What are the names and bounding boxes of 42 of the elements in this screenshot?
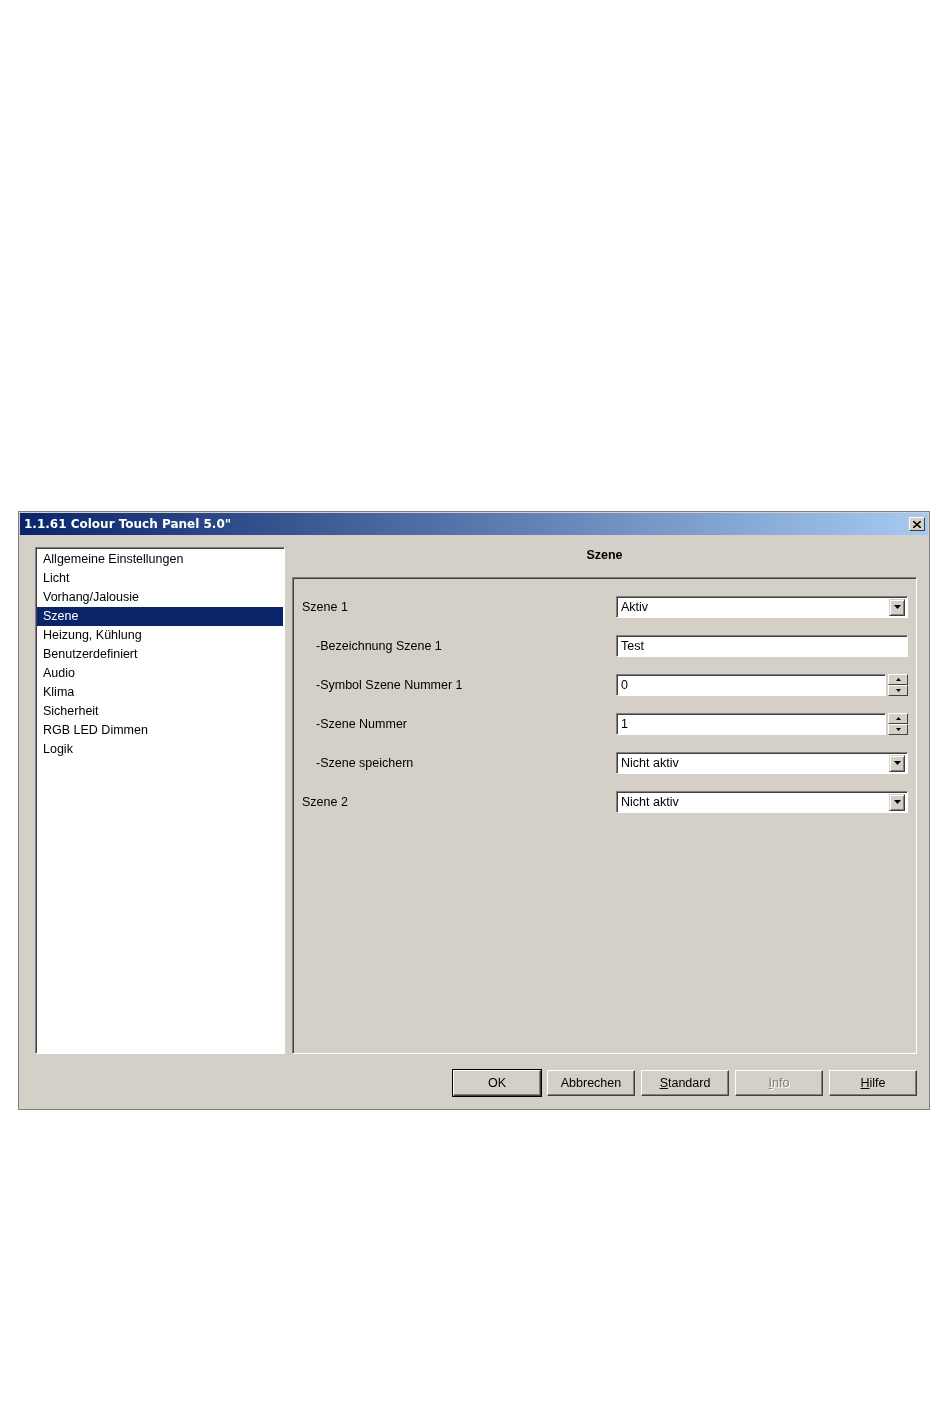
sidebar-item[interactable]: Sicherheit [37, 702, 283, 721]
dropdown-arrow-icon[interactable] [893, 800, 901, 804]
close-icon [913, 520, 921, 528]
dialog-button[interactable]: Hilfe [829, 1070, 917, 1096]
sidebar-item[interactable]: Allgemeine Einstellungen [37, 550, 283, 569]
sidebar-item[interactable]: Heizung, Kühlung [37, 626, 283, 645]
panel-heading: Szene [586, 547, 623, 564]
close-button[interactable] [909, 517, 925, 531]
dropdown[interactable]: Aktiv [616, 596, 908, 618]
down-arrow-icon [895, 728, 901, 731]
sidebar-item[interactable]: RGB LED Dimmen [37, 721, 283, 740]
parameter-label: -Szene Nummer [316, 717, 407, 731]
dropdown[interactable]: Nicht aktiv [616, 752, 908, 774]
sidebar-item[interactable]: Licht [37, 569, 283, 588]
dialog-button[interactable]: OK [453, 1070, 541, 1096]
spin-up-button[interactable] [888, 713, 908, 724]
dropdown-arrow-icon[interactable] [893, 605, 901, 609]
spin-down-button[interactable] [888, 724, 908, 735]
dropdown-arrow-icon[interactable] [893, 761, 901, 765]
text-field[interactable]: Test [616, 635, 908, 657]
parameter-label: -Bezeichnung Szene 1 [316, 639, 442, 653]
sidebar-item[interactable]: Vorhang/Jalousie [37, 588, 283, 607]
up-arrow-icon [895, 717, 901, 720]
sidebar-item[interactable]: Szene [37, 607, 283, 626]
up-arrow-icon [895, 678, 901, 681]
dialog-button[interactable]: Standard [641, 1070, 729, 1096]
parameter-label: Szene 2 [302, 795, 348, 809]
dialog-button[interactable]: Abbrechen [547, 1070, 635, 1096]
sidebar-item[interactable]: Klima [37, 683, 283, 702]
number-field[interactable]: 0 [616, 674, 886, 696]
window-title: 1.1.61 Colour Touch Panel 5.0" [24, 517, 231, 531]
down-arrow-icon [895, 689, 901, 692]
parameter-label: -Szene speichern [316, 756, 414, 770]
parameter-label: -Symbol Szene Nummer 1 [316, 678, 463, 692]
parameter-label: Szene 1 [302, 600, 348, 614]
number-field[interactable]: 1 [616, 713, 886, 735]
spin-up-button[interactable] [888, 674, 908, 685]
spin-down-button[interactable] [888, 685, 908, 696]
sidebar-item[interactable]: Logik [37, 740, 283, 759]
sidebar-item[interactable]: Audio [37, 664, 283, 683]
dropdown[interactable]: Nicht aktiv [616, 791, 908, 813]
sidebar-item[interactable]: Benutzerdefiniert [37, 645, 283, 664]
